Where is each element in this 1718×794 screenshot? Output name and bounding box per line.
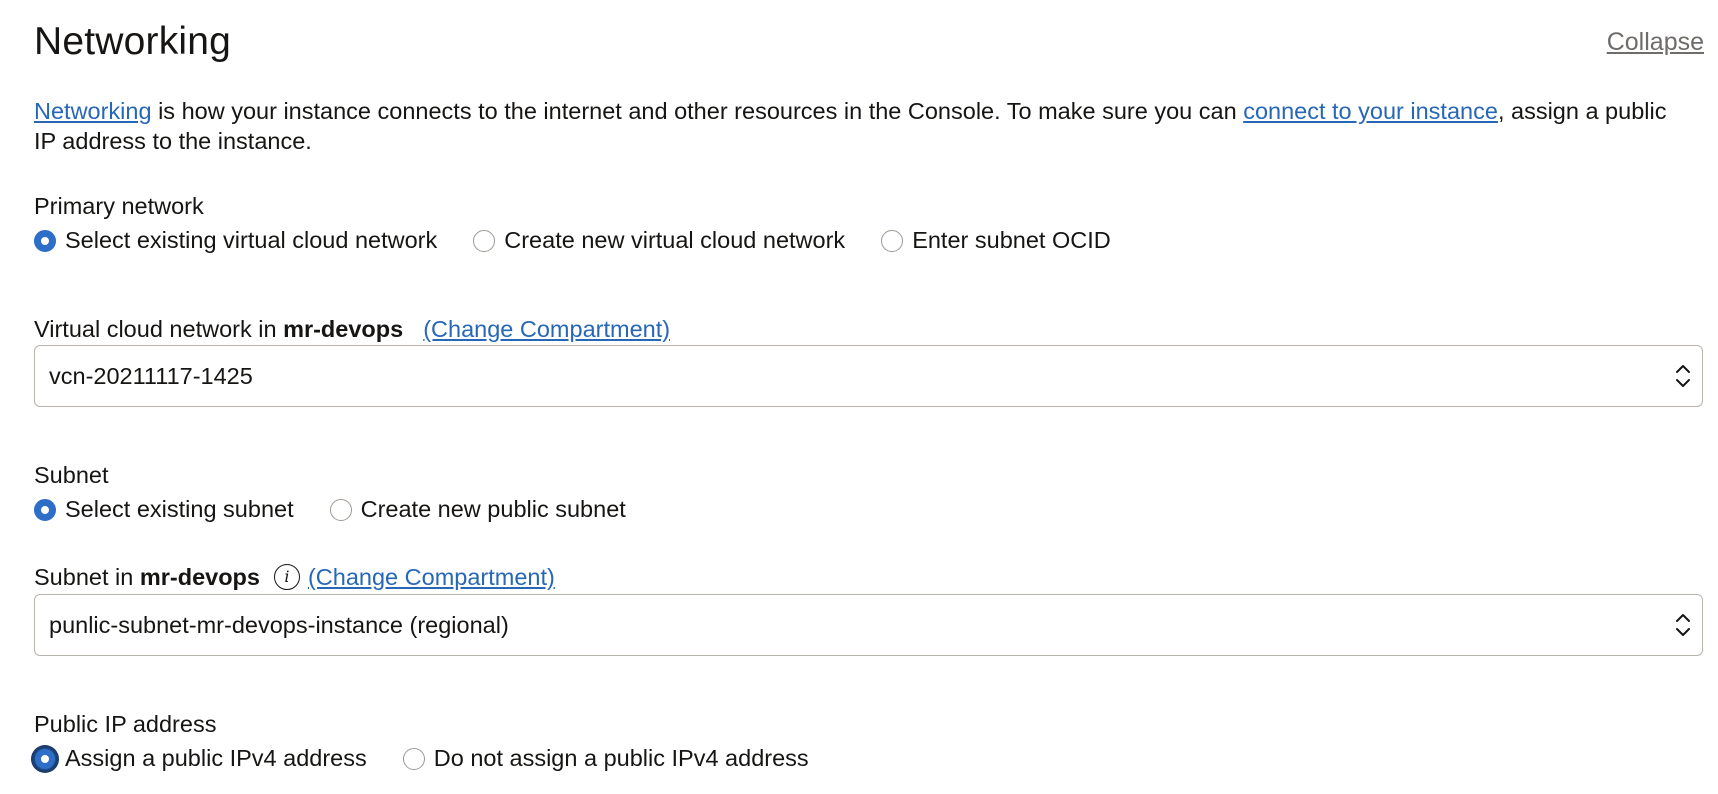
radio-indicator[interactable]	[402, 747, 425, 770]
radio-label: Do not assign a public IPv4 address	[433, 745, 809, 771]
vcn-select[interactable]: vcn-20211117-1425	[34, 345, 1703, 407]
radio-label: Create new virtual cloud network	[504, 227, 846, 253]
vcn-label-prefix: Virtual cloud network in	[34, 316, 284, 342]
radio-create-new-public-subnet[interactable]: Create new public subnet	[329, 496, 626, 523]
subnet-change-compartment-link[interactable]: (Change Compartment)	[308, 564, 555, 590]
public-ip-radio-group: Assign a public IPv4 address Do not assi…	[34, 745, 845, 772]
radio-enter-subnet-ocid[interactable]: Enter subnet OCID	[881, 227, 1111, 254]
radio-label: Select existing subnet	[65, 496, 294, 522]
radio-select-existing-vcn[interactable]: Select existing virtual cloud network	[34, 227, 437, 254]
radio-indicator[interactable]	[34, 747, 56, 770]
vcn-select-value: vcn-20211117-1425	[49, 362, 253, 389]
subnet-label: Subnet	[34, 462, 109, 488]
radio-do-not-assign-public-ipv4[interactable]: Do not assign a public IPv4 address	[402, 745, 809, 772]
subnet-select-value: punlic-subnet-mr-devops-instance (region…	[49, 611, 509, 638]
subnet-compartment: mr-devops	[139, 564, 260, 590]
primary-network-label: Primary network	[34, 193, 204, 219]
radio-indicator[interactable]	[473, 229, 496, 252]
networking-link[interactable]: Networking	[34, 98, 152, 124]
chevron-up-down-icon	[1676, 365, 1690, 387]
radio-label: Select existing virtual cloud network	[65, 227, 438, 253]
subnet-radio-group: Select existing subnet Create new public…	[34, 496, 662, 523]
connect-instance-link[interactable]: connect to your instance	[1243, 98, 1498, 124]
radio-label: Assign a public IPv4 address	[65, 745, 367, 771]
radio-indicator[interactable]	[34, 229, 56, 252]
vcn-label: Virtual cloud network in mr-devops (Chang…	[34, 316, 670, 343]
subnet-compartment-label: Subnet in mr-devops i (Change Compartment)	[34, 563, 555, 592]
radio-indicator[interactable]	[329, 498, 352, 521]
primary-network-radio-group: Select existing virtual cloud network Cr…	[34, 227, 1147, 254]
chevron-up-down-icon	[1676, 614, 1690, 636]
radio-indicator[interactable]	[34, 498, 56, 521]
radio-select-existing-subnet[interactable]: Select existing subnet	[34, 496, 294, 523]
radio-label: Enter subnet OCID	[912, 227, 1111, 253]
vcn-compartment: mr-devops	[283, 316, 404, 342]
public-ip-label: Public IP address	[34, 711, 217, 737]
subnet-select[interactable]: punlic-subnet-mr-devops-instance (region…	[34, 594, 1703, 656]
intro-text: Networking is how your instance connects…	[34, 96, 1694, 156]
radio-indicator[interactable]	[881, 229, 904, 252]
collapse-link[interactable]: Collapse	[1607, 28, 1704, 57]
radio-assign-public-ipv4[interactable]: Assign a public IPv4 address	[34, 745, 367, 772]
radio-create-new-vcn[interactable]: Create new virtual cloud network	[473, 227, 845, 254]
info-icon[interactable]: i	[273, 563, 300, 590]
section-title: Networking	[34, 20, 232, 63]
vcn-change-compartment-link[interactable]: (Change Compartment)	[423, 316, 670, 342]
radio-label: Create new public subnet	[360, 496, 626, 522]
intro-text-part1: is how your instance connects to the int…	[151, 98, 1244, 124]
subnet-label-prefix: Subnet in	[34, 564, 140, 590]
